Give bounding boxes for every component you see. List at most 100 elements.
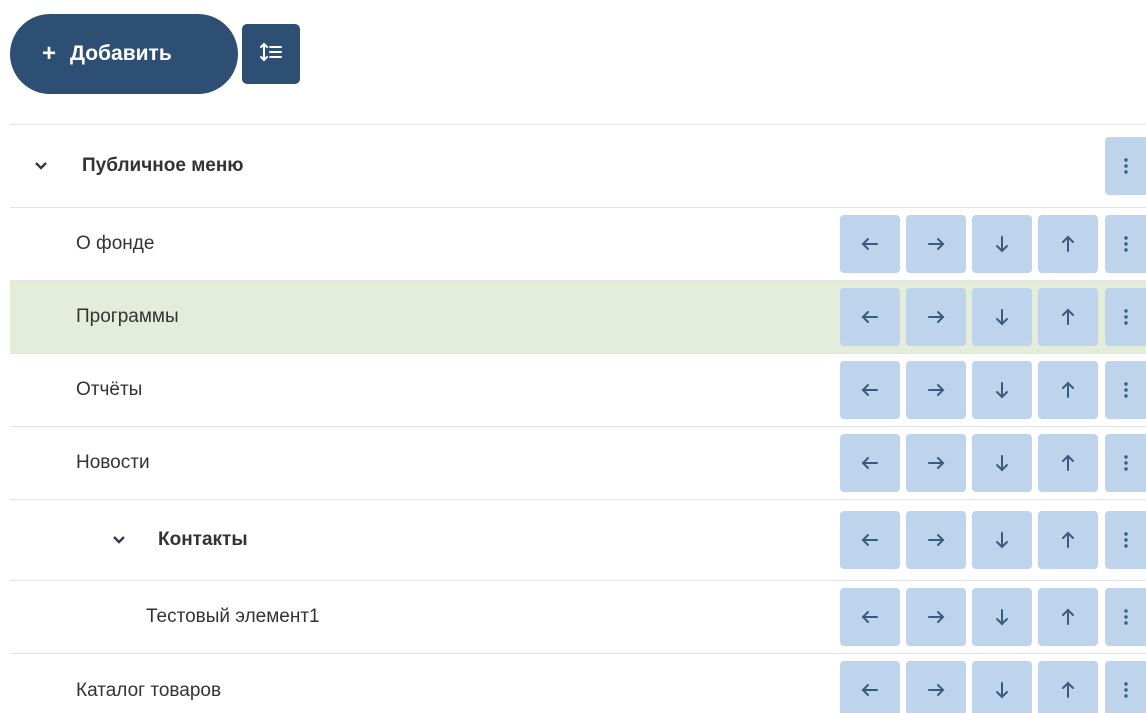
more-vertical-icon: [1123, 236, 1129, 252]
arrow-right-icon: [927, 310, 945, 324]
tree-item-label: Программы: [76, 306, 179, 327]
chevron-down-icon[interactable]: [108, 529, 130, 551]
more-button[interactable]: [1105, 661, 1146, 713]
move-down-button[interactable]: [972, 661, 1032, 713]
tree-item-row[interactable]: Тестовый элемент1: [10, 580, 1146, 653]
move-down-button[interactable]: [972, 511, 1032, 569]
more-button[interactable]: [1105, 434, 1146, 492]
arrow-down-icon: [995, 608, 1009, 626]
move-up-button[interactable]: [1038, 588, 1098, 646]
arrow-up-icon: [1061, 235, 1075, 253]
arrow-left-icon: [861, 383, 879, 397]
row-actions: [834, 654, 1146, 713]
arrow-up-icon: [1061, 454, 1075, 472]
move-down-button[interactable]: [972, 215, 1032, 273]
row-actions: [834, 581, 1146, 653]
move-left-button[interactable]: [840, 588, 900, 646]
tree-item-row[interactable]: О фонде: [10, 207, 1146, 280]
move-up-button[interactable]: [1038, 511, 1098, 569]
tree-item-row[interactable]: Отчёты: [10, 353, 1146, 426]
arrow-right-icon: [927, 533, 945, 547]
row-actions: [834, 500, 1146, 580]
arrow-left-icon: [861, 533, 879, 547]
tree-root-label: Публичное меню: [82, 155, 244, 176]
tree-item-label: О фонде: [76, 233, 155, 254]
move-down-button[interactable]: [972, 288, 1032, 346]
more-vertical-icon: [1123, 382, 1129, 398]
move-up-button[interactable]: [1038, 661, 1098, 713]
tree-group-label: Контакты: [158, 529, 248, 550]
move-up-button[interactable]: [1038, 288, 1098, 346]
arrow-up-icon: [1061, 381, 1075, 399]
more-vertical-icon: [1123, 309, 1129, 325]
list-ordered-icon: [258, 40, 284, 69]
move-up-button[interactable]: [1038, 215, 1098, 273]
tree-item-label: Отчёты: [76, 379, 143, 400]
move-down-button[interactable]: [972, 588, 1032, 646]
arrow-left-icon: [861, 237, 879, 251]
arrow-down-icon: [995, 381, 1009, 399]
more-vertical-icon: [1123, 682, 1129, 698]
arrow-left-icon: [861, 683, 879, 697]
move-right-button[interactable]: [906, 588, 966, 646]
row-actions: [834, 427, 1146, 499]
move-left-button[interactable]: [840, 215, 900, 273]
more-button[interactable]: [1105, 215, 1146, 273]
arrow-right-icon: [927, 237, 945, 251]
tree-item-row[interactable]: Каталог товаров: [10, 653, 1146, 713]
more-button[interactable]: [1105, 288, 1146, 346]
more-button[interactable]: [1105, 511, 1146, 569]
move-left-button[interactable]: [840, 288, 900, 346]
add-button[interactable]: + Добавить: [10, 14, 238, 94]
tree-item-label: Тестовый элемент1: [146, 606, 320, 627]
arrow-right-icon: [927, 456, 945, 470]
more-button[interactable]: [1105, 588, 1146, 646]
tree-group-row[interactable]: Контакты: [10, 499, 1146, 580]
arrow-up-icon: [1061, 531, 1075, 549]
move-right-button[interactable]: [906, 434, 966, 492]
arrow-left-icon: [861, 610, 879, 624]
tree-root-row[interactable]: Публичное меню: [10, 124, 1146, 207]
move-up-button[interactable]: [1038, 361, 1098, 419]
arrow-down-icon: [995, 681, 1009, 699]
move-down-button[interactable]: [972, 434, 1032, 492]
move-right-button[interactable]: [906, 361, 966, 419]
move-up-button[interactable]: [1038, 434, 1098, 492]
arrow-right-icon: [927, 383, 945, 397]
toolbar: + Добавить: [10, 14, 300, 94]
row-actions: [834, 354, 1146, 426]
move-down-button[interactable]: [972, 361, 1032, 419]
more-vertical-icon: [1123, 455, 1129, 471]
tree-item-label: Новости: [76, 452, 150, 473]
more-button[interactable]: [1105, 137, 1146, 195]
move-left-button[interactable]: [840, 511, 900, 569]
arrow-up-icon: [1061, 681, 1075, 699]
tree-item-label: Каталог товаров: [76, 680, 222, 701]
arrow-left-icon: [861, 456, 879, 470]
tree-item-row[interactable]: Новости: [10, 426, 1146, 499]
move-left-button[interactable]: [840, 661, 900, 713]
row-actions: [1098, 125, 1146, 207]
move-left-button[interactable]: [840, 434, 900, 492]
more-vertical-icon: [1123, 158, 1129, 174]
arrow-down-icon: [995, 308, 1009, 326]
move-right-button[interactable]: [906, 511, 966, 569]
row-actions: [834, 281, 1146, 353]
move-right-button[interactable]: [906, 215, 966, 273]
add-button-label: Добавить: [70, 42, 172, 65]
move-left-button[interactable]: [840, 361, 900, 419]
arrow-up-icon: [1061, 308, 1075, 326]
arrow-right-icon: [927, 683, 945, 697]
sort-order-button[interactable]: [242, 24, 300, 84]
arrow-left-icon: [861, 310, 879, 324]
tree-item-row-selected[interactable]: Программы: [10, 280, 1146, 353]
move-right-button[interactable]: [906, 288, 966, 346]
more-button[interactable]: [1105, 361, 1146, 419]
chevron-down-icon[interactable]: [30, 155, 52, 177]
arrow-up-icon: [1061, 608, 1075, 626]
arrow-down-icon: [995, 454, 1009, 472]
menu-tree: Публичное меню О фонде Программы Отчёты …: [10, 124, 1146, 713]
row-actions: [834, 208, 1146, 280]
move-right-button[interactable]: [906, 661, 966, 713]
more-vertical-icon: [1123, 532, 1129, 548]
